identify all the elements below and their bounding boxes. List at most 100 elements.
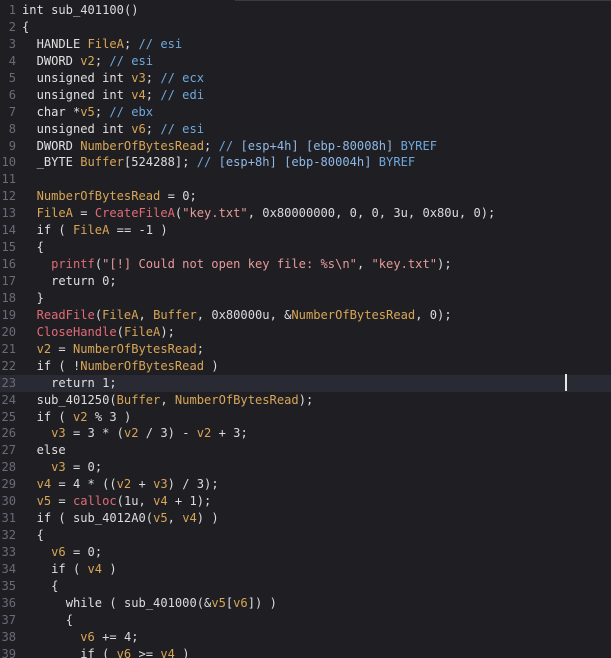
- line-number: 17: [1, 274, 16, 288]
- code-line[interactable]: 8 unsigned int v6; // esi: [0, 121, 611, 138]
- code-text[interactable]: v3 = 3 * (v2 / 3) - v2 + 3;: [22, 426, 248, 440]
- code-text[interactable]: {: [22, 528, 44, 542]
- line-number: 19: [1, 307, 16, 322]
- code-line[interactable]: 23 return 1;: [0, 374, 611, 392]
- code-line[interactable]: 32 {: [0, 527, 611, 544]
- code-line[interactable]: 37 {: [0, 612, 611, 629]
- code-line[interactable]: 14 if ( FileA == -1 ): [0, 222, 611, 239]
- code-text[interactable]: unsigned int v4; // edi: [22, 88, 204, 102]
- code-text[interactable]: ReadFile(FileA, Buffer, 0x80000u, &Numbe…: [22, 308, 452, 322]
- code-text[interactable]: while ( sub_401000(&v5[v6]) ): [22, 596, 277, 610]
- line-number: 15: [1, 240, 16, 255]
- code-line[interactable]: 33 v6 = 0;: [0, 544, 611, 561]
- line-number: 4: [8, 53, 16, 68]
- line-number: 32: [1, 528, 16, 543]
- code-line[interactable]: 13 FileA = CreateFileA("key.txt", 0x8000…: [0, 205, 611, 222]
- line-number: 31: [1, 511, 16, 526]
- code-line[interactable]: 1 int sub_401100(): [0, 2, 611, 19]
- code-text[interactable]: NumberOfBytesRead = 0;: [22, 189, 197, 203]
- code-line[interactable]: 11: [0, 171, 611, 188]
- pseudocode-editor[interactable]: 1 int sub_401100() 2{3 HANDLE FileA; // es…: [0, 0, 611, 658]
- code-text[interactable]: char *v5; // ebx: [22, 105, 154, 119]
- code-text[interactable]: return 1;: [22, 376, 117, 390]
- code-text[interactable]: DWORD v2; // esi: [22, 54, 154, 68]
- line-number: 25: [1, 409, 16, 424]
- code-text[interactable]: printf("[!] Could not open key file: %s\…: [22, 257, 451, 271]
- line-number: 29: [1, 477, 16, 492]
- code-line[interactable]: 34 if ( v4 ): [0, 561, 611, 578]
- code-text[interactable]: v6 += 4;: [22, 630, 138, 644]
- code-text[interactable]: _BYTE Buffer[524288]; // [esp+8h] [ebp-8…: [22, 155, 416, 169]
- code-line[interactable]: 25 if ( v2 % 3 ): [0, 409, 611, 426]
- code-view[interactable]: 1 int sub_401100() 2{3 HANDLE FileA; // es…: [0, 2, 611, 658]
- code-text[interactable]: FileA = CreateFileA("key.txt", 0x8000000…: [22, 206, 496, 220]
- code-text[interactable]: int sub_401100(): [22, 3, 139, 17]
- code-line[interactable]: 3 HANDLE FileA; // esi: [0, 36, 611, 53]
- code-line[interactable]: 39 if ( v6 >= v4 ): [0, 646, 611, 658]
- code-text[interactable]: v6 = 0;: [22, 545, 102, 559]
- code-line[interactable]: 31 if ( sub_4012A0(v5, v4) ): [0, 510, 611, 527]
- code-line[interactable]: 12 NumberOfBytesRead = 0;: [0, 188, 611, 205]
- code-text[interactable]: v3 = 0;: [22, 460, 102, 474]
- code-line[interactable]: 5 unsigned int v3; // ecx: [0, 70, 611, 87]
- code-line[interactable]: 20 CloseHandle(FileA);: [0, 324, 611, 341]
- line-number: 36: [1, 595, 16, 610]
- editor-top-border: [235, 0, 611, 1]
- code-line[interactable]: 10 _BYTE Buffer[524288]; // [esp+8h] [eb…: [0, 154, 611, 171]
- code-text[interactable]: }: [22, 291, 44, 305]
- code-line[interactable]: 28 v3 = 0;: [0, 459, 611, 476]
- code-text[interactable]: v4 = 4 * ((v2 + v3) / 3);: [22, 477, 219, 491]
- code-text[interactable]: {: [22, 579, 58, 593]
- code-text[interactable]: CloseHandle(FileA);: [22, 325, 175, 339]
- code-line[interactable]: 15 {: [0, 239, 611, 256]
- code-text[interactable]: {: [22, 20, 29, 34]
- code-line[interactable]: 17 return 0;: [0, 273, 611, 290]
- code-text[interactable]: if ( v2 % 3 ): [22, 410, 132, 424]
- code-line[interactable]: 16 printf("[!] Could not open key file: …: [0, 256, 611, 273]
- code-line[interactable]: 29 v4 = 4 * ((v2 + v3) / 3);: [0, 476, 611, 493]
- line-number: 38: [1, 629, 16, 644]
- code-line[interactable]: 27 else: [0, 442, 611, 459]
- code-text[interactable]: if ( !NumberOfBytesRead ): [22, 359, 219, 373]
- code-line[interactable]: 38 v6 += 4;: [0, 629, 611, 646]
- code-line[interactable]: 22 if ( !NumberOfBytesRead ): [0, 358, 611, 375]
- code-text[interactable]: else: [22, 443, 66, 457]
- code-line[interactable]: 36 while ( sub_401000(&v5[v6]) ): [0, 595, 611, 612]
- code-text[interactable]: if ( v4 ): [22, 562, 117, 576]
- code-line[interactable]: 18 }: [0, 290, 611, 307]
- line-number: 28: [1, 460, 16, 475]
- line-number: 33: [1, 545, 16, 559]
- code-text[interactable]: DWORD NumberOfBytesRead; // [esp+4h] [eb…: [22, 139, 437, 153]
- code-text[interactable]: unsigned int v3; // ecx: [22, 71, 204, 85]
- code-line[interactable]: 4 DWORD v2; // esi: [0, 53, 611, 70]
- code-line[interactable]: 7 char *v5; // ebx: [0, 104, 611, 121]
- text-cursor: [565, 374, 567, 391]
- code-text[interactable]: if ( FileA == -1 ): [22, 223, 168, 237]
- line-number: 24: [1, 392, 16, 407]
- code-line[interactable]: 21 v2 = NumberOfBytesRead;: [0, 341, 611, 358]
- line-number: 7: [8, 104, 16, 119]
- code-line[interactable]: 9 DWORD NumberOfBytesRead; // [esp+4h] […: [0, 138, 611, 155]
- code-text[interactable]: v2 = NumberOfBytesRead;: [22, 342, 204, 356]
- code-text[interactable]: if ( v6 >= v4 ): [22, 647, 189, 658]
- code-text[interactable]: return 0;: [22, 274, 117, 288]
- line-number: 3: [8, 36, 16, 51]
- code-line[interactable]: 26 v3 = 3 * (v2 / 3) - v2 + 3;: [0, 425, 611, 442]
- code-line[interactable]: 35 {: [0, 578, 611, 595]
- code-text[interactable]: if ( sub_4012A0(v5, v4) ): [22, 511, 219, 525]
- code-line[interactable]: 30 v5 = calloc(1u, v4 + 1);: [0, 493, 611, 510]
- line-number: 5: [8, 70, 16, 85]
- line-number: 26: [1, 426, 16, 441]
- code-line[interactable]: 19 ReadFile(FileA, Buffer, 0x80000u, &Nu…: [0, 307, 611, 324]
- code-text[interactable]: {: [22, 240, 44, 254]
- code-text[interactable]: v5 = calloc(1u, v4 + 1);: [22, 494, 212, 508]
- code-line[interactable]: 2{: [0, 19, 611, 36]
- code-text[interactable]: HANDLE FileA; // esi: [22, 37, 183, 51]
- code-text[interactable]: sub_401250(Buffer, NumberOfBytesRead);: [22, 393, 314, 407]
- line-number: 1: [8, 3, 16, 17]
- code-text[interactable]: unsigned int v6; // esi: [22, 122, 204, 136]
- code-line[interactable]: 6 unsigned int v4; // edi: [0, 87, 611, 104]
- code-text[interactable]: {: [22, 613, 73, 627]
- line-number: 8: [8, 121, 16, 136]
- code-line[interactable]: 24 sub_401250(Buffer, NumberOfBytesRead)…: [0, 392, 611, 409]
